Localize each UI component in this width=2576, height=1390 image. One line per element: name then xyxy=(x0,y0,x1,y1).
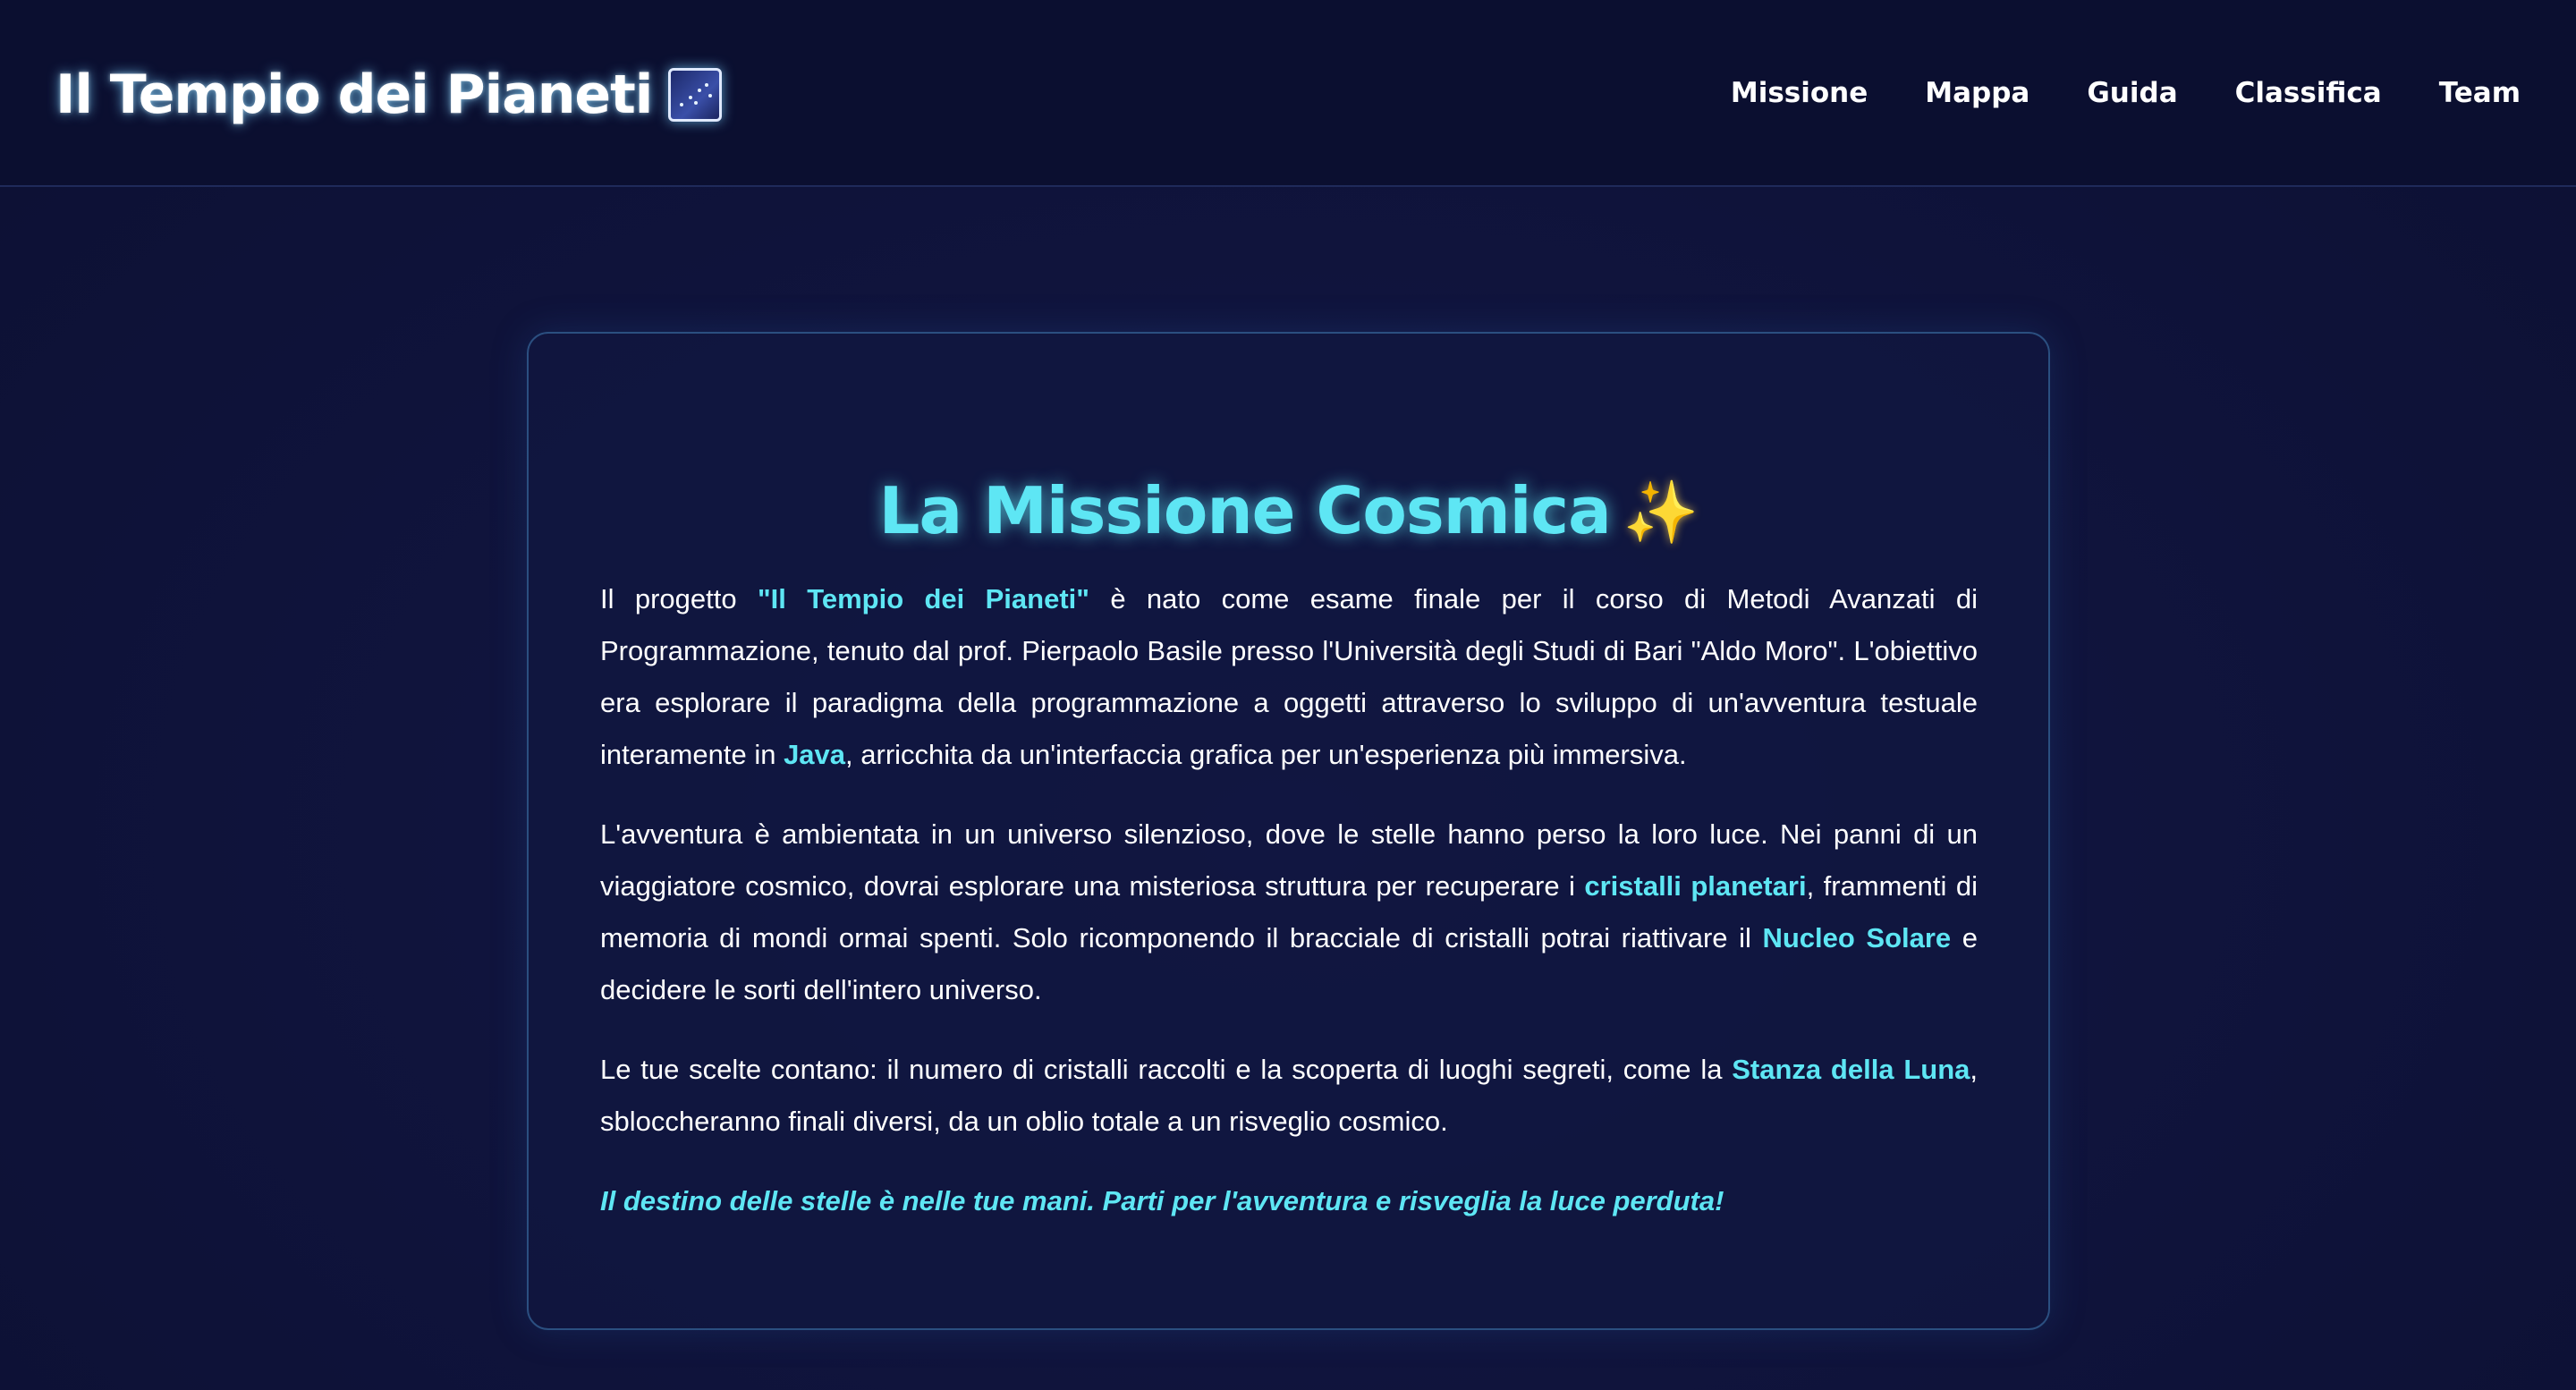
mission-title-text: La Missione Cosmica xyxy=(878,473,1612,549)
nav-item-team[interactable]: Team xyxy=(2439,77,2521,109)
text-span: Le tue scelte contano: il numero di cris… xyxy=(600,1054,1733,1085)
site-title[interactable]: Il Tempio dei Pianeti xyxy=(55,64,653,126)
mission-title: La Missione Cosmica ✨ xyxy=(529,473,2048,548)
mission-content: Il progetto "Il Tempio dei Pianeti" è na… xyxy=(600,573,1978,1255)
nav-item-mappa[interactable]: Mappa xyxy=(1925,77,2029,109)
nav-item-missione[interactable]: Missione xyxy=(1731,77,1868,109)
highlight-stanza-della-luna: Stanza della Luna xyxy=(1732,1054,1970,1085)
main-nav: Missione Mappa Guida Classifica Team xyxy=(1674,70,2521,116)
brand[interactable]: Il Tempio dei Pianeti xyxy=(55,61,723,129)
mission-paragraph-2: L'avventura è ambientata in un universo … xyxy=(600,809,1978,1016)
nav-item-classifica[interactable]: Classifica xyxy=(2235,77,2382,109)
nav-item-guida[interactable]: Guida xyxy=(2087,77,2177,109)
text-span: Il progetto xyxy=(600,583,758,614)
galaxy-image-icon xyxy=(668,68,723,122)
highlight-nucleo-solare: Nucleo Solare xyxy=(1762,922,1952,954)
mission-closing-line: Il destino delle stelle è nelle tue mani… xyxy=(600,1185,1724,1216)
mission-paragraph-1: Il progetto "Il Tempio dei Pianeti" è na… xyxy=(600,573,1978,781)
mission-card: La Missione Cosmica ✨ Il progetto "Il Tem… xyxy=(527,332,2050,1330)
mission-paragraph-3: Le tue scelte contano: il numero di cris… xyxy=(600,1044,1978,1148)
highlight-project-name: "Il Tempio dei Pianeti" xyxy=(757,583,1089,614)
site-header: Il Tempio dei Pianeti Missione Mappa Gui… xyxy=(0,0,2576,187)
sparkles-icon: ✨ xyxy=(1623,478,1699,549)
text-span: , arricchita da un'interfaccia grafica p… xyxy=(845,739,1687,770)
highlight-java: Java xyxy=(784,739,846,770)
highlight-cristalli-planetari: cristalli planetari xyxy=(1584,870,1807,902)
